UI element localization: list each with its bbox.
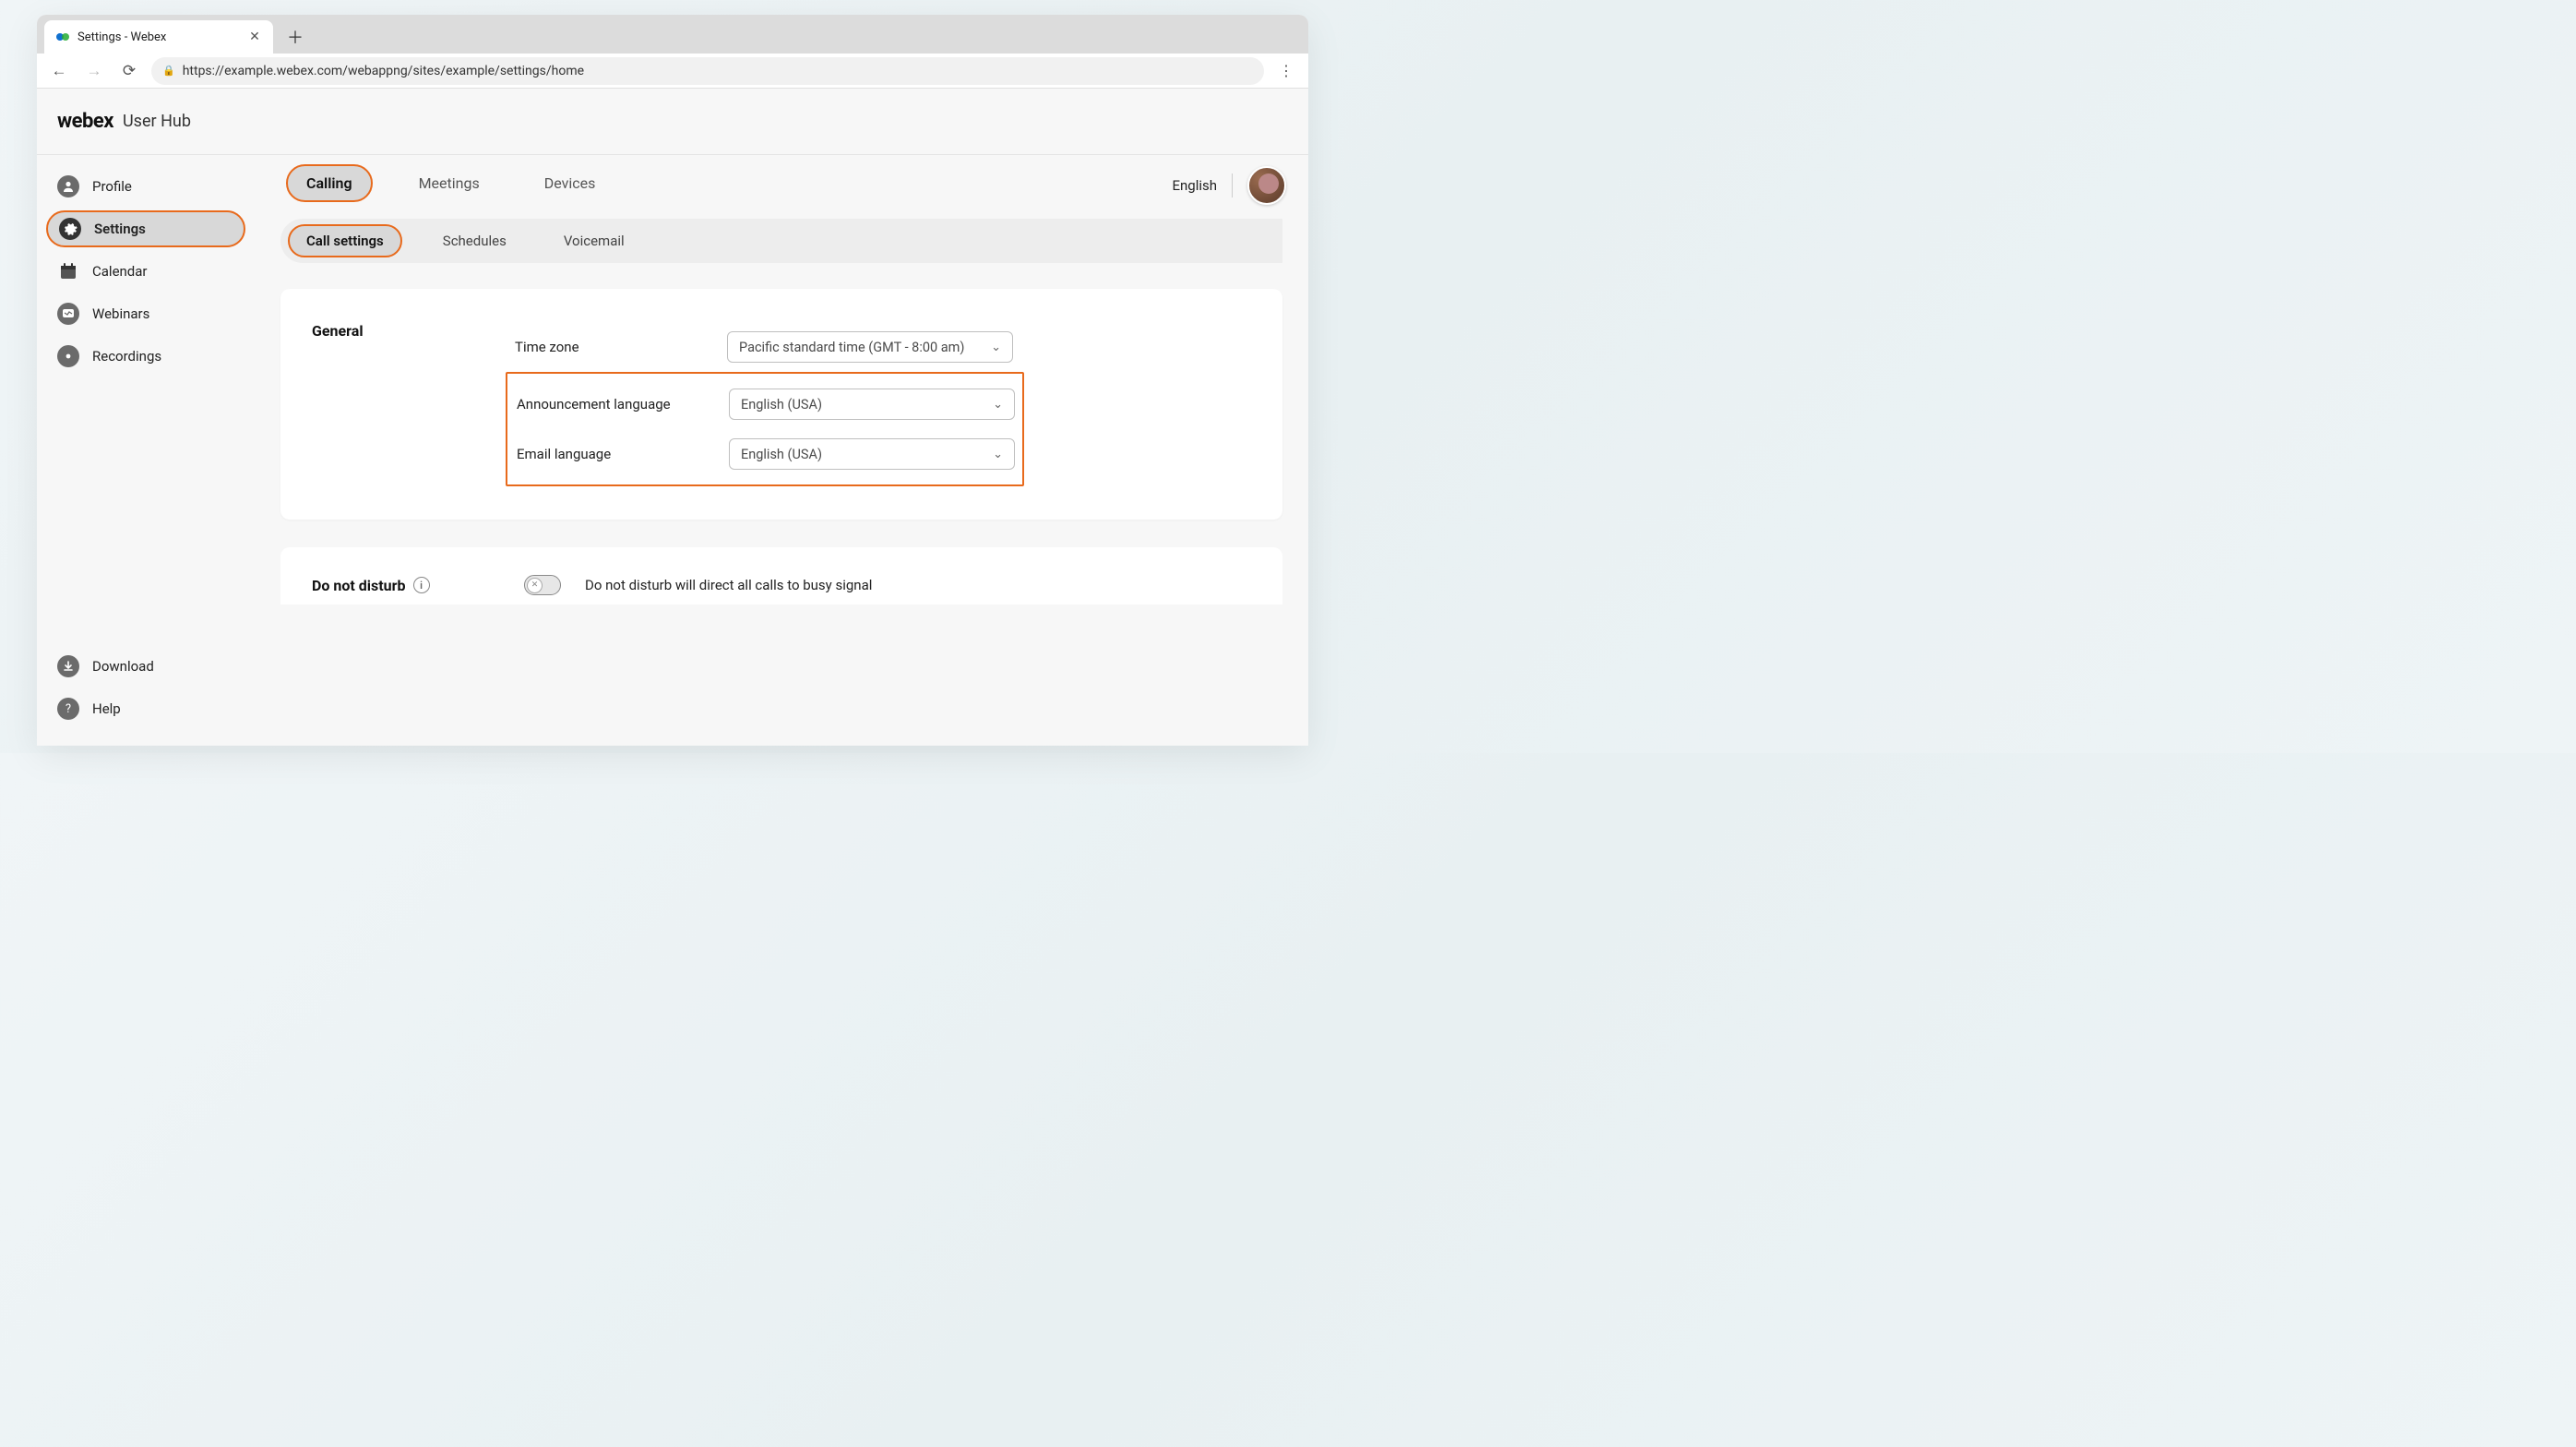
timezone-row: Time zone Pacific standard time (GMT - 8…: [515, 322, 1251, 372]
info-icon[interactable]: i: [413, 577, 430, 593]
sidebar-item-calendar[interactable]: Calendar: [46, 253, 245, 290]
webinars-icon: [57, 303, 79, 325]
general-card: General Time zone Pacific standard time …: [280, 289, 1282, 520]
tab-title: Settings - Webex: [78, 30, 240, 44]
sidebar-label: Calendar: [92, 263, 148, 280]
subtab-call-settings[interactable]: Call settings: [288, 224, 402, 257]
help-icon: ?: [57, 698, 79, 720]
chevron-down-icon: ⌄: [993, 398, 1003, 412]
chevron-down-icon: ⌄: [991, 341, 1001, 354]
top-right-controls: English: [1172, 166, 1286, 205]
timezone-select[interactable]: Pacific standard time (GMT - 8:00 am) ⌄: [727, 331, 1013, 363]
sidebar-label: Help: [92, 700, 121, 717]
sidebar: Profile Settings Calendar: [37, 155, 255, 746]
url-field[interactable]: 🔒 https://example.webex.com/webappng/sit…: [151, 57, 1264, 85]
sidebar-item-settings[interactable]: Settings: [46, 210, 245, 247]
announcement-language-row: Announcement language English (USA) ⌄: [517, 379, 1009, 429]
dnd-heading: Do not disturb i: [312, 577, 515, 594]
email-language-label: Email language: [517, 446, 729, 462]
sidebar-label: Settings: [94, 221, 146, 237]
dnd-description: Do not disturb will direct all calls to …: [585, 577, 1251, 593]
sidebar-item-download[interactable]: Download: [46, 648, 245, 685]
dnd-toggle[interactable]: ✕: [524, 575, 561, 595]
email-language-value: English (USA): [741, 447, 822, 462]
app-header: webex User Hub: [37, 89, 1308, 155]
browser-menu-icon[interactable]: ⋮: [1273, 62, 1299, 79]
reload-button[interactable]: ⟳: [116, 58, 142, 84]
tab-meetings[interactable]: Meetings: [400, 166, 498, 200]
announcement-language-select[interactable]: English (USA) ⌄: [729, 389, 1015, 420]
app: webex User Hub English Profile: [37, 89, 1308, 746]
sidebar-label: Webinars: [92, 305, 149, 322]
content: Calling Meetings Devices Call settings S…: [255, 155, 1308, 746]
webex-favicon-icon: [55, 30, 70, 44]
brand-logo: webex: [57, 110, 113, 133]
recordings-icon: [57, 345, 79, 367]
user-avatar[interactable]: [1247, 166, 1286, 205]
announcement-language-value: English (USA): [741, 397, 822, 413]
calendar-icon: [57, 260, 79, 282]
app-body: English Profile Settings: [37, 155, 1308, 746]
sidebar-label: Download: [92, 658, 154, 675]
forward-button[interactable]: →: [81, 58, 107, 84]
sidebar-label: Recordings: [92, 348, 161, 365]
tab-close-icon[interactable]: ✕: [247, 30, 262, 44]
sub-tabs: Call settings Schedules Voicemail: [280, 219, 1282, 263]
profile-icon: [57, 175, 79, 197]
tab-calling[interactable]: Calling: [286, 164, 373, 202]
primary-tabs: Calling Meetings Devices: [280, 164, 1282, 202]
timezone-value: Pacific standard time (GMT - 8:00 am): [739, 340, 964, 355]
language-highlight-box: Announcement language English (USA) ⌄ Em…: [506, 372, 1024, 486]
subtab-schedules[interactable]: Schedules: [426, 226, 523, 256]
dnd-card: Do not disturb i ✕ Do not disturb will d…: [280, 547, 1282, 604]
divider: [1232, 173, 1233, 197]
email-language-row: Email language English (USA) ⌄: [517, 429, 1009, 479]
email-language-select[interactable]: English (USA) ⌄: [729, 438, 1015, 470]
sidebar-label: Profile: [92, 178, 132, 195]
sidebar-item-profile[interactable]: Profile: [46, 168, 245, 205]
sidebar-item-help[interactable]: ? Help: [46, 690, 245, 727]
tab-devices[interactable]: Devices: [526, 166, 614, 200]
back-button[interactable]: ←: [46, 58, 72, 84]
hub-title: User Hub: [123, 112, 191, 131]
general-heading: General: [312, 322, 515, 486]
toggle-knob-off-icon: ✕: [527, 578, 543, 593]
browser-tab[interactable]: Settings - Webex ✕: [44, 20, 273, 54]
timezone-label: Time zone: [515, 339, 727, 355]
url-text: https://example.webex.com/webappng/sites…: [183, 64, 584, 78]
sidebar-item-webinars[interactable]: Webinars: [46, 295, 245, 332]
download-icon: [57, 655, 79, 677]
subtab-voicemail[interactable]: Voicemail: [547, 226, 641, 256]
tab-strip: Settings - Webex ✕ ＋: [37, 15, 1308, 54]
new-tab-button[interactable]: ＋: [280, 22, 310, 52]
announcement-language-label: Announcement language: [517, 396, 729, 413]
chevron-down-icon: ⌄: [993, 448, 1003, 461]
language-selector[interactable]: English: [1172, 177, 1217, 194]
lock-icon: 🔒: [162, 65, 175, 77]
address-bar: ← → ⟳ 🔒 https://example.webex.com/webapp…: [37, 54, 1308, 89]
browser-window: Settings - Webex ✕ ＋ ← → ⟳ 🔒 https://exa…: [37, 15, 1308, 746]
gear-icon: [59, 218, 81, 240]
sidebar-item-recordings[interactable]: Recordings: [46, 338, 245, 375]
